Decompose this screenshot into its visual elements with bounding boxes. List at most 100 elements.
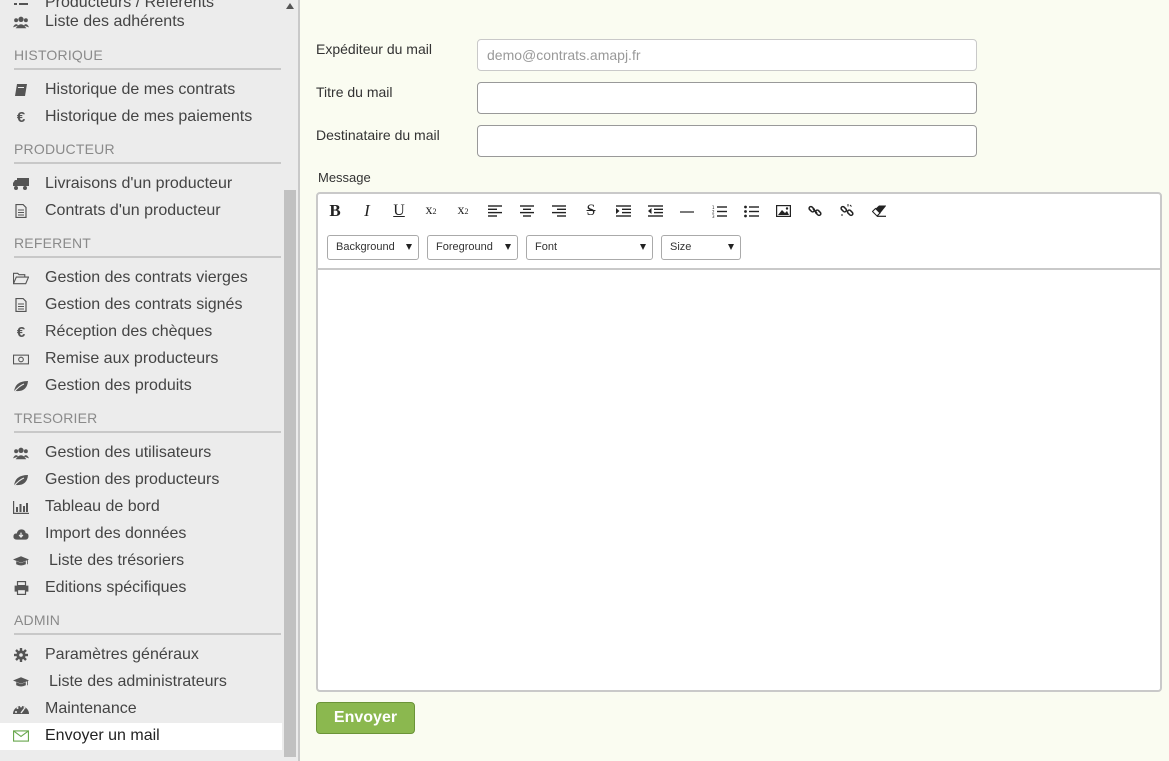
sidebar-item-label: Livraisons d'un producteur [45, 175, 233, 192]
align-center-icon[interactable] [516, 202, 538, 220]
scroll-up-arrow-icon[interactable] [286, 3, 294, 9]
scrollbar-thumb[interactable] [284, 190, 296, 757]
section-heading-tresorier: TRESORIER [14, 410, 281, 433]
size-select[interactable]: Size [661, 235, 741, 260]
eraser-icon[interactable] [868, 202, 890, 220]
message-label: Message [318, 170, 371, 185]
superscript-icon[interactable]: x2 [452, 202, 474, 220]
book-icon [13, 83, 29, 97]
money-icon [13, 352, 29, 366]
sidebar-item-label: Gestion des contrats signés [45, 296, 243, 313]
editor-content-area[interactable] [318, 272, 1160, 690]
euro-icon: € [16, 323, 26, 341]
gear-icon [13, 648, 29, 662]
sidebar-item-contrats-vierges[interactable]: Gestion des contrats vierges [0, 265, 282, 292]
sidebar-item-liste-tresoriers[interactable]: Liste des trésoriers [0, 548, 282, 575]
cloud-download-icon [13, 527, 29, 541]
title-label: Titre du mail [316, 84, 393, 100]
sidebar-item-label: Maintenance [45, 700, 137, 717]
sidebar-item-label: Liste des adhérents [45, 13, 185, 30]
link-icon[interactable] [804, 202, 826, 220]
sidebar-scrollbar[interactable] [282, 0, 298, 761]
sidebar-item-label: Editions spécifiques [45, 579, 187, 596]
sender-field[interactable] [477, 39, 977, 71]
euro-icon: € [16, 108, 26, 126]
document-icon [13, 298, 29, 312]
sidebar-item-label: Liste des trésoriers [49, 552, 185, 569]
sidebar-item-parametres-generaux[interactable]: Paramètres généraux [0, 642, 282, 669]
outdent-icon[interactable] [644, 202, 666, 220]
underline-icon[interactable]: U [388, 202, 410, 220]
sidebar-item-label: Paramètres généraux [45, 646, 199, 663]
sidebar-item-import-donnees[interactable]: Import des données [0, 521, 282, 548]
background-color-select[interactable]: Background [327, 235, 419, 260]
sidebar: Producteurs / Référents Liste des adhére… [0, 0, 282, 761]
sidebar-item-reception-cheques[interactable]: € Réception des chèques [0, 319, 282, 346]
sidebar-item-label: Envoyer un mail [45, 727, 160, 744]
svg-text:3: 3 [712, 214, 715, 218]
sidebar-item-label: Remise aux producteurs [45, 350, 219, 367]
sidebar-item-remise-producteurs[interactable]: Remise aux producteurs [0, 346, 282, 373]
bold-icon[interactable]: B [324, 201, 346, 220]
section-heading-historique: HISTORIQUE [14, 47, 281, 70]
sidebar-item-historique-paiements[interactable]: € Historique de mes paiements [0, 104, 282, 131]
align-left-icon[interactable] [484, 202, 506, 220]
sidebar-item-maintenance[interactable]: Maintenance [0, 696, 282, 723]
sidebar-item-editions-specifiques[interactable]: Editions spécifiques [0, 575, 282, 602]
sidebar-item-liste-adherents[interactable]: Liste des adhérents [0, 9, 282, 36]
image-icon[interactable] [772, 202, 794, 220]
sidebar-item-livraisons-producteur[interactable]: Livraisons d'un producteur [0, 171, 282, 198]
sidebar-item-contrats-signes[interactable]: Gestion des contrats signés [0, 292, 282, 319]
subscript-icon[interactable]: x2 [420, 202, 442, 220]
sidebar-item-historique-contrats[interactable]: Historique de mes contrats [0, 77, 282, 104]
align-right-icon[interactable] [548, 202, 570, 220]
indent-icon[interactable] [612, 202, 634, 220]
unlink-icon[interactable] [836, 202, 858, 220]
recipient-label: Destinataire du mail [316, 127, 440, 143]
folder-open-icon [13, 271, 29, 285]
envelope-icon [13, 729, 29, 743]
graduation-cap-icon [13, 675, 29, 689]
rich-text-editor: B I U x2 x2 S 123 Background Foreground … [316, 192, 1162, 692]
graduation-cap-icon [13, 554, 29, 568]
sidebar-item-label: Réception des chèques [45, 323, 213, 340]
users-icon [13, 15, 29, 29]
sidebar-item-contrats-producteur[interactable]: Contrats d'un producteur [0, 198, 282, 225]
ordered-list-icon[interactable]: 123 [708, 202, 730, 220]
sidebar-item-gestion-produits[interactable]: Gestion des produits [0, 373, 282, 400]
sidebar-item-gestion-producteurs[interactable]: Gestion des producteurs [0, 467, 282, 494]
sidebar-item-label: Import des données [45, 525, 187, 542]
sidebar-item-tableau-de-bord[interactable]: Tableau de bord [0, 494, 282, 521]
dashboard-icon [13, 702, 29, 716]
foreground-color-select[interactable]: Foreground [427, 235, 518, 260]
sidebar-item-liste-administrateurs[interactable]: Liste des administrateurs [0, 669, 282, 696]
truck-icon [13, 177, 29, 191]
background-select-label: Background [336, 241, 395, 253]
recipient-field[interactable] [477, 125, 977, 157]
section-heading-producteur: PRODUCTEUR [14, 141, 281, 164]
users-icon [13, 446, 29, 460]
sidebar-item-label: Historique de mes paiements [45, 108, 253, 125]
sidebar-item-label: Historique de mes contrats [45, 81, 236, 98]
chevron-down-icon [406, 244, 412, 250]
font-select[interactable]: Font [526, 235, 653, 260]
strikethrough-icon[interactable]: S [580, 202, 602, 220]
sidebar-item-gestion-utilisateurs[interactable]: Gestion des utilisateurs [0, 440, 282, 467]
sidebar-item-label: Tableau de bord [45, 498, 160, 515]
sidebar-item-label: Liste des administrateurs [49, 673, 227, 690]
sender-label: Expéditeur du mail [316, 41, 432, 57]
sidebar-item-label: Gestion des utilisateurs [45, 444, 212, 461]
sidebar-item-label: Gestion des contrats vierges [45, 269, 248, 286]
sidebar-item-label: Gestion des produits [45, 377, 192, 394]
unordered-list-icon[interactable] [740, 202, 762, 220]
print-icon [13, 581, 29, 595]
horizontal-rule-icon[interactable] [676, 202, 698, 220]
title-field[interactable] [477, 82, 977, 114]
sidebar-divider [298, 0, 300, 761]
section-heading-admin: ADMIN [14, 612, 281, 635]
italic-icon[interactable]: I [356, 201, 378, 220]
editor-toolbar: B I U x2 x2 S 123 Background Foreground … [318, 194, 1160, 270]
send-button[interactable]: Envoyer [316, 702, 415, 734]
sidebar-item-envoyer-mail[interactable]: Envoyer un mail [0, 723, 282, 750]
foreground-select-label: Foreground [436, 241, 493, 253]
